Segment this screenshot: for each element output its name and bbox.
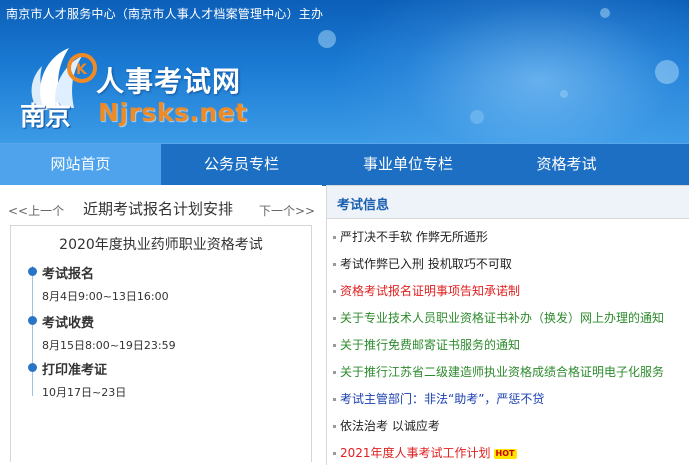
bullet-icon bbox=[333, 263, 336, 266]
hot-badge: HOT bbox=[493, 448, 517, 459]
news-item-text: 依法治考 以诚应考 bbox=[340, 419, 440, 433]
bullet-icon bbox=[333, 398, 336, 401]
bokeh-light bbox=[600, 8, 610, 18]
bokeh-light bbox=[655, 60, 679, 84]
news-item[interactable]: 2021年度人事考试工作计划 HOT bbox=[333, 444, 517, 462]
news-item[interactable]: 关于推行江苏省二级建造师执业资格成绩合格证明电子化服务 bbox=[333, 363, 664, 381]
header-glow bbox=[329, 0, 689, 143]
news-item-text: 关于推行免费邮寄证书服务的通知 bbox=[340, 338, 521, 352]
news-item[interactable]: 关于推行免费邮寄证书服务的通知 bbox=[333, 336, 520, 354]
news-item[interactable]: 依法治考 以诚应考 bbox=[333, 417, 440, 435]
news-item[interactable]: 关于专业技术人员职业资格证书补办（换发）网上办理的通知 bbox=[333, 309, 664, 327]
news-item-text: 考试作弊已入刑 投机取巧不可取 bbox=[340, 257, 512, 271]
step-date-registration: 8月4日9:00~13日16:00 bbox=[42, 290, 169, 303]
step-label-payment: 考试收费 bbox=[42, 316, 95, 331]
bokeh-light bbox=[470, 110, 484, 124]
timeline-dot bbox=[28, 363, 37, 372]
news-item-text: 严打决不手软 作弊无所遁形 bbox=[340, 230, 488, 244]
bullet-icon bbox=[333, 317, 336, 320]
exam-news-panel: 考试信息 严打决不手软 作弊无所遁形 考试作弊已入刑 投机取巧不可取 资格考试报… bbox=[326, 185, 689, 465]
bullet-icon bbox=[333, 344, 336, 347]
timeline-line bbox=[32, 266, 33, 396]
next-plan-link[interactable]: 下一个>> bbox=[259, 202, 315, 219]
bullet-icon bbox=[333, 452, 336, 455]
site-header: 南京市人才服务中心（南京市人事人才档案管理中心）主办 K 人事考试网 南京 Nj… bbox=[0, 0, 689, 143]
nav-item-civil-servant[interactable]: 公务员专栏 bbox=[161, 144, 322, 186]
city-name: 南京 bbox=[20, 102, 71, 132]
step-label-admission-ticket: 打印准考证 bbox=[42, 363, 108, 378]
svg-text:K: K bbox=[76, 62, 88, 78]
step-label-registration: 考试报名 bbox=[42, 267, 95, 282]
exam-plan-header: <<上一个 近期考试报名计划安排 下一个>> bbox=[0, 185, 322, 225]
news-item[interactable]: 考试作弊已入刑 投机取巧不可取 bbox=[333, 255, 512, 273]
step-date-admission-ticket: 10月17日~23日 bbox=[42, 386, 127, 399]
timeline-dot bbox=[28, 316, 37, 325]
bullet-icon bbox=[333, 371, 336, 374]
news-item-text: 关于专业技术人员职业资格证书补办（换发）网上办理的通知 bbox=[340, 311, 665, 325]
exam-news-title[interactable]: 考试信息 bbox=[337, 194, 389, 213]
bullet-icon bbox=[333, 236, 336, 239]
main-nav: 网站首页 公务员专栏 事业单位专栏 资格考试 bbox=[0, 143, 689, 186]
timeline-dot bbox=[28, 267, 37, 276]
exam-plan-card: 2020年度执业药师职业资格考试 考试报名 8月4日9:00~13日16:00 … bbox=[10, 225, 312, 462]
bokeh-light bbox=[560, 90, 568, 98]
nav-item-qualification[interactable]: 资格考试 bbox=[494, 144, 639, 186]
news-item-text: 关于推行江苏省二级建造师执业资格成绩合格证明电子化服务 bbox=[340, 365, 665, 379]
news-item-text: 2021年度人事考试工作计划 bbox=[340, 446, 491, 460]
news-item[interactable]: 资格考试报名证明事项告知承诺制 bbox=[333, 282, 520, 300]
nav-item-public-institution[interactable]: 事业单位专栏 bbox=[322, 144, 494, 186]
exam-news-header: 考试信息 bbox=[327, 186, 689, 219]
exam-plan-panel: <<上一个 近期考试报名计划安排 下一个>> 2020年度执业药师职业资格考试 … bbox=[0, 185, 322, 464]
bullet-icon bbox=[333, 425, 336, 428]
news-item-text: 资格考试报名证明事项告知承诺制 bbox=[340, 284, 521, 298]
exam-plan-title: 近期考试报名计划安排 bbox=[83, 200, 234, 218]
nav-item-home[interactable]: 网站首页 bbox=[0, 144, 161, 186]
news-item[interactable]: 严打决不手软 作弊无所遁形 bbox=[333, 228, 488, 246]
prev-plan-link[interactable]: <<上一个 bbox=[8, 202, 64, 219]
bokeh-light bbox=[318, 30, 336, 48]
site-domain: Njrsks.net bbox=[98, 98, 248, 127]
exam-name[interactable]: 2020年度执业药师职业资格考试 bbox=[11, 234, 311, 254]
news-item[interactable]: 考试主管部门：非法“助考”，严惩不贷 bbox=[333, 390, 544, 408]
organizer-line: 南京市人才服务中心（南京市人事人才档案管理中心）主办 bbox=[6, 7, 324, 21]
step-date-payment: 8月15日8:00~19日23:59 bbox=[42, 339, 176, 352]
site-name: 人事考试网 bbox=[96, 65, 242, 98]
bullet-icon bbox=[333, 290, 336, 293]
news-item-text: 考试主管部门：非法“助考”，严惩不贷 bbox=[340, 392, 545, 406]
